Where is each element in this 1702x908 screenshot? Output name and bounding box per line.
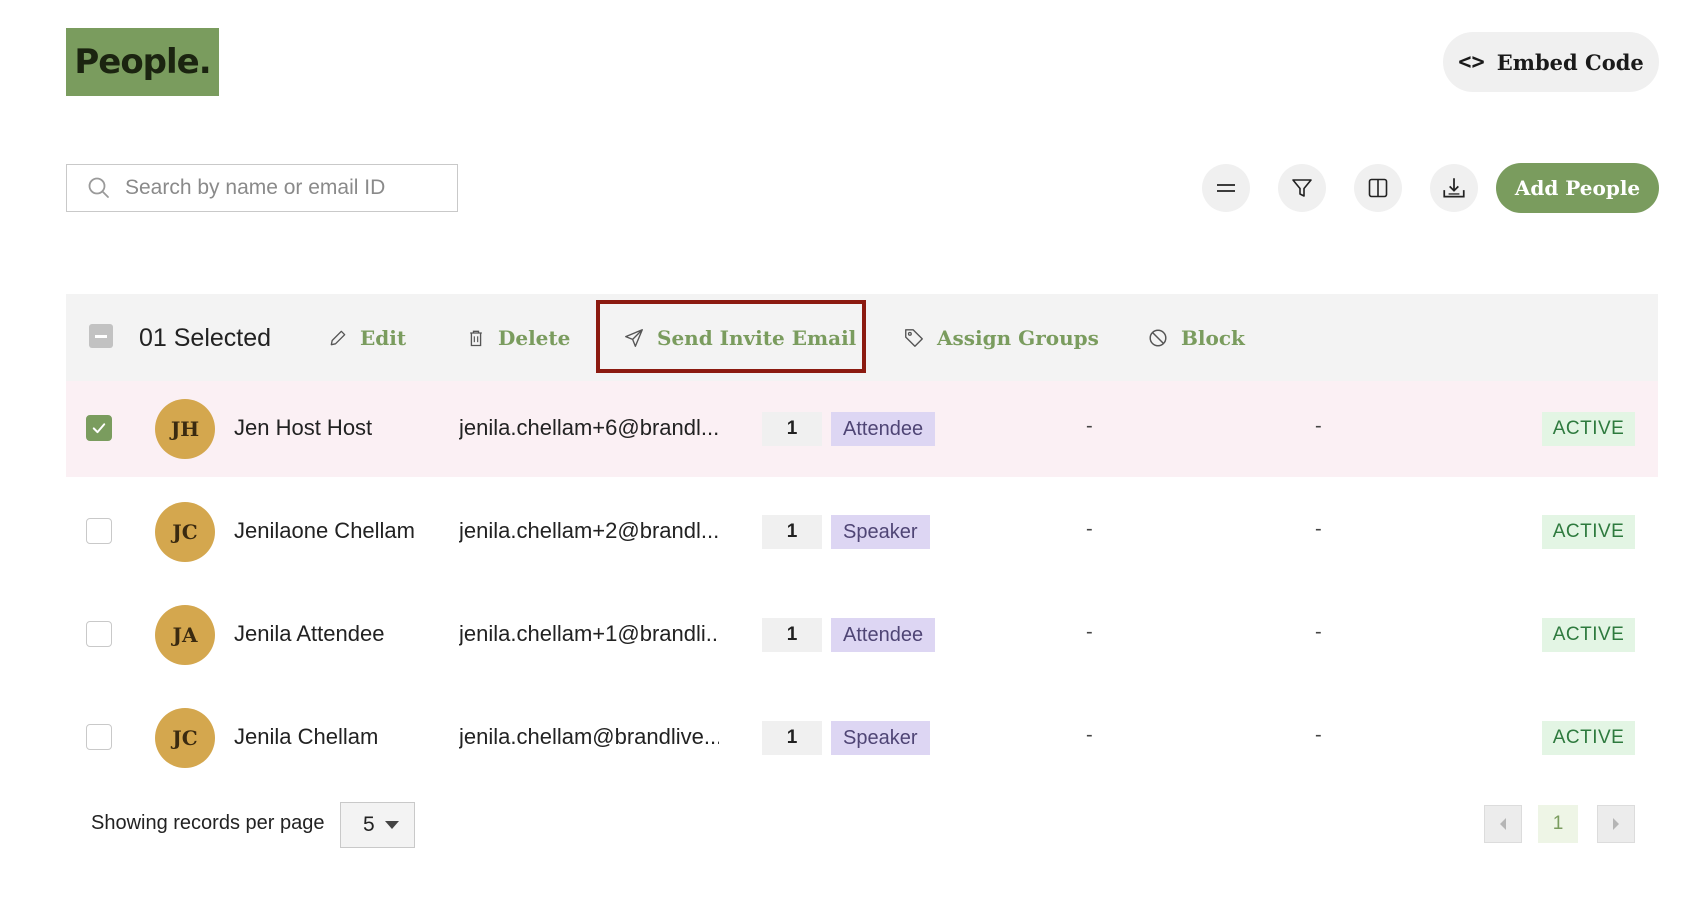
prev-page-button[interactable]	[1484, 805, 1522, 843]
person-email: jenila.chellam+2@brandl...	[459, 518, 719, 543]
assign-groups-action[interactable]: Assign Groups	[903, 322, 1099, 354]
empty-cell: -	[1086, 415, 1093, 437]
assign-groups-label: Assign Groups	[937, 326, 1099, 350]
status-badge: ACTIVE	[1542, 515, 1635, 549]
delete-label: Delete	[498, 326, 571, 350]
caret-right-icon	[1613, 818, 1619, 830]
logo-text: People.	[74, 42, 211, 82]
people-logo: People.	[66, 28, 219, 96]
row-checkbox[interactable]	[86, 621, 112, 647]
code-icon: <>	[1458, 49, 1485, 75]
bulk-actions-bar: 01 Selected Edit Delete Send Invite Emai…	[66, 294, 1658, 382]
empty-cell: -	[1315, 415, 1322, 437]
block-action[interactable]: Block	[1147, 322, 1245, 354]
empty-cell: -	[1315, 724, 1322, 746]
per-page-label: Showing records per page	[91, 812, 325, 834]
person-name[interactable]: Jenila Attendee	[234, 621, 384, 647]
edit-label: Edit	[360, 326, 407, 350]
role-badge: Attendee	[831, 618, 936, 652]
person-email: jenila.chellam+6@brandl...	[459, 415, 719, 440]
columns-button[interactable]	[1354, 164, 1402, 212]
select-all-checkbox[interactable]	[89, 324, 113, 348]
download-button[interactable]	[1430, 164, 1478, 212]
empty-cell: -	[1315, 518, 1322, 540]
selected-count: 01 Selected	[139, 324, 272, 352]
embed-code-button[interactable]: <> Embed Code	[1443, 32, 1659, 92]
filter-button[interactable]	[1278, 164, 1326, 212]
search-box[interactable]	[66, 164, 458, 212]
avatar: JC	[155, 502, 215, 562]
menu-button[interactable]	[1202, 164, 1250, 212]
status-badge: ACTIVE	[1542, 412, 1635, 446]
person-email: jenila.chellam+1@brandli...	[459, 621, 719, 646]
send-invite-email-action[interactable]: Send Invite Email	[623, 322, 856, 354]
role-badge: Attendee	[831, 412, 936, 446]
delete-action[interactable]: Delete	[466, 322, 570, 354]
person-name[interactable]: Jen Host Host	[234, 415, 372, 441]
pencil-icon	[330, 330, 346, 346]
send-invite-email-label: Send Invite Email	[657, 326, 857, 350]
embed-code-label: Embed Code	[1496, 49, 1644, 75]
block-icon	[1149, 329, 1167, 347]
table-row[interactable]: JC Jenilaone Chellam jenila.chellam+2@br…	[66, 484, 1658, 580]
trash-icon	[470, 330, 482, 347]
role-badge: Speaker	[831, 721, 930, 755]
person-name[interactable]: Jenila Chellam	[234, 724, 378, 750]
empty-cell: -	[1086, 724, 1093, 746]
per-page-select[interactable]: 5	[340, 802, 415, 848]
row-checkbox[interactable]	[86, 518, 112, 544]
next-page-button[interactable]	[1597, 805, 1635, 843]
table-row[interactable]: JH Jen Host Host jenila.chellam+6@brandl…	[66, 381, 1658, 477]
empty-cell: -	[1086, 621, 1093, 643]
page-number[interactable]: 1	[1538, 805, 1578, 843]
avatar: JC	[155, 708, 215, 768]
search-icon	[88, 177, 109, 198]
menu-icon	[1217, 184, 1235, 192]
check-icon	[92, 423, 106, 434]
columns-icon	[1368, 178, 1388, 198]
caret-down-icon	[384, 821, 399, 829]
count-badge: 1	[762, 618, 822, 652]
empty-cell: -	[1315, 621, 1322, 643]
edit-action[interactable]: Edit	[328, 322, 406, 354]
person-name[interactable]: Jenilaone Chellam	[234, 518, 415, 544]
person-email: jenila.chellam@brandlive...	[459, 724, 719, 749]
avatar: JH	[155, 399, 215, 459]
block-label: Block	[1181, 326, 1245, 350]
count-badge: 1	[762, 721, 822, 755]
per-page-value: 5	[363, 813, 375, 836]
status-badge: ACTIVE	[1542, 721, 1635, 755]
add-people-button[interactable]: Add People	[1496, 163, 1659, 213]
caret-left-icon	[1500, 818, 1506, 830]
role-badge: Speaker	[831, 515, 930, 549]
empty-cell: -	[1086, 518, 1093, 540]
send-icon	[625, 329, 643, 347]
row-checkbox[interactable]	[86, 724, 112, 750]
avatar: JA	[155, 605, 215, 665]
row-checkbox[interactable]	[86, 415, 112, 441]
search-input[interactable]	[125, 176, 445, 200]
tag-icon	[905, 329, 923, 347]
filter-icon	[1292, 179, 1312, 197]
table-row[interactable]: JC Jenila Chellam jenila.chellam@brandli…	[66, 690, 1658, 786]
table-row[interactable]: JA Jenila Attendee jenila.chellam+1@bran…	[66, 587, 1658, 683]
download-icon	[1443, 178, 1465, 198]
count-badge: 1	[762, 412, 822, 446]
count-badge: 1	[762, 515, 822, 549]
status-badge: ACTIVE	[1542, 618, 1635, 652]
